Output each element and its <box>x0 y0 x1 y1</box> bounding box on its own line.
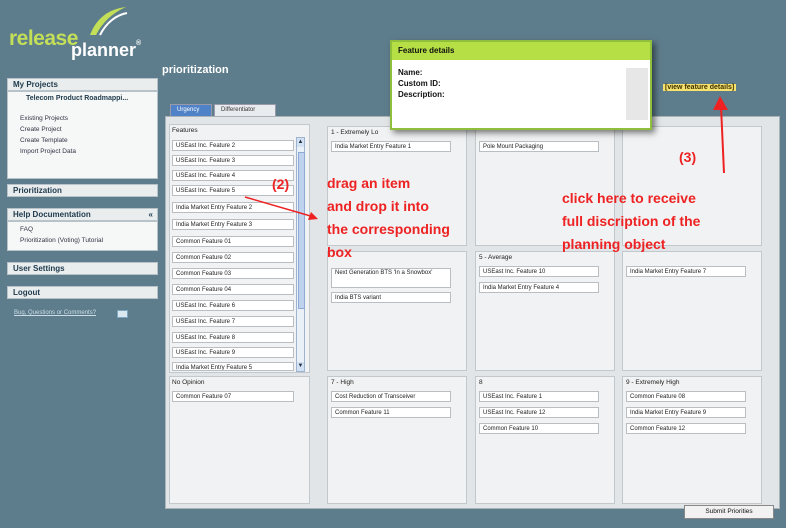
feature-card[interactable]: India BTS variant <box>331 292 451 303</box>
sidebar-item-logout[interactable]: Logout <box>7 286 158 299</box>
feature-card[interactable]: Common Feature 01 <box>172 236 294 247</box>
feature-card[interactable]: India Market Entry Feature 5 <box>172 362 294 371</box>
feature-card[interactable]: India Market Entry Feature 9 <box>626 407 746 418</box>
feature-card[interactable]: USEast Inc. Feature 7 <box>172 316 294 327</box>
feature-card[interactable]: USEast Inc. Feature 8 <box>172 332 294 343</box>
popup-custom-id-line: Custom ID: <box>398 79 441 88</box>
popup-name-line: Name: <box>398 68 423 77</box>
annotation-click-3: planning object <box>562 236 666 252</box>
logo-swoosh-icon <box>90 7 128 36</box>
feature-card[interactable]: India Market Entry Feature 1 <box>331 141 451 152</box>
brand-planner-text: planner <box>71 40 137 60</box>
feature-card[interactable]: Common Feature 03 <box>172 268 294 279</box>
sidebar-link-voting-tutorial[interactable]: Prioritization (Voting) Tutorial <box>20 237 103 244</box>
click-arrow-head <box>713 96 728 110</box>
feature-card[interactable]: Common Feature 08 <box>626 391 746 402</box>
sidebar-item-user-settings[interactable]: User Settings <box>7 262 158 275</box>
feature-card[interactable]: Common Feature 04 <box>172 284 294 295</box>
scroll-thumb[interactable] <box>298 152 305 309</box>
feature-card[interactable]: USEast Inc. Feature 12 <box>479 407 599 418</box>
bucket-7-label: 7 - High <box>331 379 354 386</box>
sidebar-link-create-template[interactable]: Create Template <box>20 137 68 144</box>
page-title: prioritization <box>162 64 229 76</box>
feature-card[interactable]: Common Feature 02 <box>172 252 294 263</box>
sidebar-link-faq[interactable]: FAQ <box>20 226 33 233</box>
feature-card[interactable]: India Market Entry Feature 7 <box>626 266 746 277</box>
current-project-name[interactable]: Telecom Product Roadmappi... <box>26 95 136 103</box>
annotation-drag-4: box <box>327 244 352 260</box>
help-header-label: Help Documentation <box>13 210 91 219</box>
help-panel: FAQ Prioritization (Voting) Tutorial <box>7 221 158 251</box>
feature-card[interactable]: India Market Entry Feature 2 <box>172 202 294 213</box>
feature-card[interactable]: Cost Reduction of Transceiver <box>331 391 451 402</box>
annotation-drag-3: the corresponding <box>327 221 450 237</box>
collapse-icon[interactable]: « <box>149 210 153 219</box>
feature-card[interactable]: Next Generation BTS 'In a Snowbox' <box>331 268 451 288</box>
popup-title: Feature details <box>392 42 650 60</box>
feature-card[interactable]: USEast Inc. Feature 1 <box>479 391 599 402</box>
brand-release: release <box>9 27 78 50</box>
sidebar-header-help[interactable]: Help Documentation « <box>7 208 158 221</box>
sidebar-link-import-project-data[interactable]: Import Project Data <box>20 148 76 155</box>
feature-card[interactable]: Common Feature 10 <box>479 423 599 434</box>
annotation-step-2: (2) <box>272 176 290 192</box>
feature-card[interactable]: USEast Inc. Feature 6 <box>172 300 294 311</box>
no-opinion-label: No Opinion <box>172 379 205 386</box>
bucket-5-label: 5 - Average <box>479 254 513 261</box>
view-feature-details-link[interactable]: [view feature details] <box>663 84 737 91</box>
feature-card[interactable]: India Market Entry Feature 4 <box>479 282 599 293</box>
feature-card[interactable]: USEast Inc. Feature 10 <box>479 266 599 277</box>
scroll-up-icon[interactable]: ▲ <box>297 138 304 147</box>
sidebar-item-prioritization[interactable]: Prioritization <box>7 184 158 197</box>
feature-card[interactable]: Common Feature 11 <box>331 407 451 418</box>
feature-card[interactable]: Pole Mount Packaging <box>479 141 599 152</box>
sidebar-link-existing-projects[interactable]: Existing Projects <box>20 115 68 122</box>
popup-side-panel <box>626 68 648 120</box>
sidebar-header-my-projects: My Projects <box>7 78 158 91</box>
annotation-step-3: (3) <box>679 149 697 165</box>
sidebar-link-create-project[interactable]: Create Project <box>20 126 62 133</box>
tab-differentiator[interactable]: Differentiator <box>214 104 276 116</box>
annotation-drag-2: and drop it into <box>327 198 429 214</box>
bucket-1-label: 1 - Extremely Lo <box>331 129 379 136</box>
brand-planner: planner® <box>71 40 141 61</box>
feature-card[interactable]: Common Feature 12 <box>626 423 746 434</box>
feature-card[interactable]: USEast Inc. Feature 2 <box>172 140 294 151</box>
features-scrollbar[interactable]: ▲ ▼ <box>296 137 305 372</box>
feature-card[interactable]: India Market Entry Feature 3 <box>172 219 294 230</box>
bucket-8-label: 8 <box>479 379 483 386</box>
bucket-9-label: 9 - Extremely High <box>626 379 680 386</box>
tab-urgency[interactable]: Urgency <box>170 104 212 116</box>
feature-card[interactable]: USEast Inc. Feature 9 <box>172 347 294 358</box>
sidebar: My Projects Telecom Product Roadmappi...… <box>7 78 158 528</box>
scroll-down-icon[interactable]: ▼ <box>297 362 304 371</box>
feature-card[interactable]: USEast Inc. Feature 3 <box>172 155 294 166</box>
annotation-click-2: full discription of the <box>562 213 701 229</box>
features-label: Features <box>172 127 198 134</box>
my-projects-panel: Telecom Product Roadmappi... Existing Pr… <box>7 91 158 179</box>
annotation-click-1: click here to receive <box>562 190 696 206</box>
mail-icon[interactable] <box>117 310 128 318</box>
submit-priorities-button[interactable]: Submit Priorities <box>684 505 774 519</box>
bug-report-link[interactable]: Bug, Questions or Comments? <box>14 310 96 316</box>
feature-details-popup: Feature details Name: Custom ID: Descrip… <box>390 40 652 130</box>
popup-description-line: Description: <box>398 90 445 99</box>
annotation-drag-1: drag an item <box>327 175 411 191</box>
brand-mark: ® <box>136 40 142 47</box>
feature-card[interactable]: Common Feature 07 <box>172 391 294 402</box>
